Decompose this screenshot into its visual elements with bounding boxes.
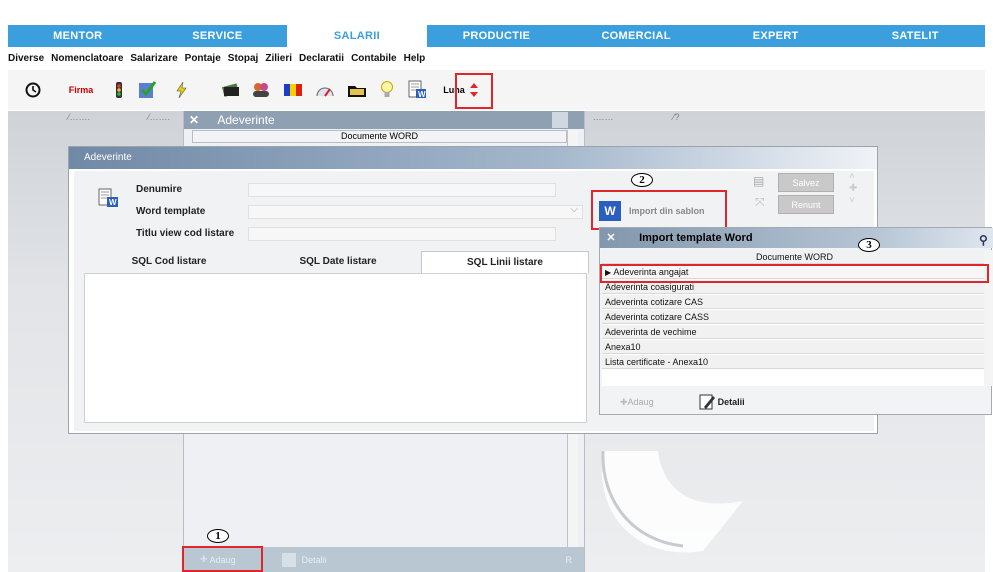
list-column-header: Documente WORD [602, 250, 984, 264]
menu-contabile[interactable]: Contabile [351, 53, 397, 64]
salvez-button[interactable]: Salvez [778, 173, 834, 192]
callout-add-highlight [182, 546, 263, 572]
tab-sql-linii-listare[interactable]: SQL Linii listare [421, 251, 589, 273]
dialog-footer: ✚ Adaug Detalii [600, 388, 993, 416]
dialog-title: Import template Word [639, 232, 753, 244]
watermark-logo [601, 450, 743, 553]
denumire-label: Denumire [136, 184, 183, 195]
chevron-down-icon[interactable]: ⌵ [570, 204, 578, 215]
menu-salarizare[interactable]: Salarizare [130, 53, 177, 64]
tab-productie[interactable]: PRODUCTIE [427, 25, 567, 47]
tab-comercial[interactable]: COMERCIAL [566, 25, 706, 47]
toolbar: Firma W Luna [8, 70, 985, 110]
window-title: Adeverinte [69, 147, 877, 169]
people-icon[interactable] [248, 78, 274, 102]
new-record-icon[interactable]: ▤ [753, 174, 771, 190]
traffic-light-icon[interactable] [106, 78, 132, 102]
list-item[interactable]: Adeverinta cotizare CASS [602, 310, 984, 324]
r-label: R [565, 554, 573, 565]
svg-text:W: W [109, 198, 117, 207]
callout-import-highlight [591, 190, 727, 230]
tab-expert[interactable]: EXPERT [706, 25, 846, 47]
word-template-label: Word template [136, 206, 206, 217]
flag-icon[interactable] [280, 78, 306, 102]
callout-row-highlight [600, 264, 989, 283]
word-document-icon: W [96, 187, 120, 211]
word-template-select[interactable]: ⌵ [248, 204, 583, 219]
module-tabs: MENTOR SERVICE SALARII PRODUCTIE COMERCI… [8, 25, 985, 47]
folder-icon[interactable] [344, 78, 370, 102]
list-column-header: Documente WORD [192, 130, 567, 143]
details-icon[interactable] [281, 552, 296, 567]
bg-column-header: ⁄? [673, 112, 680, 122]
menu-bar: Diverse Nomenclatoare Salarizare Pontaje… [8, 49, 425, 67]
menu-help[interactable]: Help [404, 53, 426, 64]
titlu-view-label: Titlu view cod listare [136, 228, 235, 239]
denumire-field[interactable] [248, 183, 556, 197]
sql-editor[interactable] [84, 273, 587, 423]
svg-text:W: W [418, 90, 426, 99]
close-icon[interactable]: ✕ [184, 111, 204, 129]
import-template-dialog: ✕ Import template Word ⚲ Documente WORD … [599, 227, 993, 416]
search-icon[interactable] [552, 112, 568, 128]
list-item[interactable]: Adeverinta de vechime [602, 325, 984, 339]
callout-number-1: 1 [207, 529, 229, 543]
add-button-label[interactable]: Adaug [628, 397, 654, 407]
menu-zilieri[interactable]: Zilieri [265, 53, 292, 64]
undo-icon[interactable]: ⤧ [755, 195, 773, 211]
money-icon[interactable] [218, 78, 244, 102]
titlu-view-field[interactable] [248, 227, 556, 241]
list-item[interactable]: Lista certificate - Anexa10 [602, 355, 984, 369]
renunt-button[interactable]: Renunt [778, 195, 834, 214]
menu-pontaje[interactable]: Pontaje [185, 53, 221, 64]
details-icon[interactable] [698, 393, 716, 411]
callout-toolbar-word-highlight [455, 73, 493, 109]
bg-column-header: ⁄……. [68, 112, 91, 122]
tab-satelit[interactable]: SATELIT [845, 25, 985, 47]
menu-nomenclatoare[interactable]: Nomenclatoare [51, 53, 123, 64]
list-item[interactable]: Adeverinta cotizare CAS [602, 295, 984, 309]
search-icon[interactable]: ⚲ [979, 230, 993, 247]
callout-number-3: 3 [858, 238, 880, 252]
details-button-label[interactable]: Detalii [302, 555, 327, 565]
tab-sql-date-listare[interactable]: SQL Date listare [254, 251, 422, 273]
menu-stopaj[interactable]: Stopaj [228, 53, 259, 64]
panel-titlebar: ✕ Adeverinte [184, 111, 584, 129]
menu-diverse[interactable]: Diverse [8, 53, 44, 64]
add-plus-icon[interactable]: ˄ ✚ ˅ [849, 171, 857, 207]
firma-button[interactable]: Firma [64, 78, 98, 102]
add-icon[interactable]: ✚ [620, 397, 628, 408]
clock-icon[interactable] [20, 78, 46, 102]
details-button-label[interactable]: Detalii [718, 397, 745, 407]
word-document-icon[interactable]: W [404, 78, 430, 102]
menu-declaratii[interactable]: Declaratii [299, 53, 344, 64]
tab-salarii[interactable]: SALARII [287, 25, 427, 47]
bg-column-header: ⁄……. [148, 112, 171, 122]
tab-service[interactable]: SERVICE [148, 25, 288, 47]
lightning-icon[interactable] [168, 78, 194, 102]
lightbulb-icon[interactable] [374, 78, 400, 102]
dialog-titlebar: ✕ Import template Word ⚲ [600, 228, 993, 248]
close-icon[interactable]: ✕ [600, 228, 622, 248]
gauge-icon[interactable] [312, 78, 338, 102]
list-item[interactable]: Anexa10 [602, 340, 984, 354]
tab-sql-cod-listare[interactable]: SQL Cod listare [84, 251, 254, 273]
bg-column-header: .…… [593, 112, 614, 122]
tab-mentor[interactable]: MENTOR [8, 25, 148, 47]
checklist-icon[interactable] [134, 78, 160, 102]
callout-number-2: 2 [631, 173, 653, 187]
panel-title: Adeverinte [217, 113, 275, 127]
